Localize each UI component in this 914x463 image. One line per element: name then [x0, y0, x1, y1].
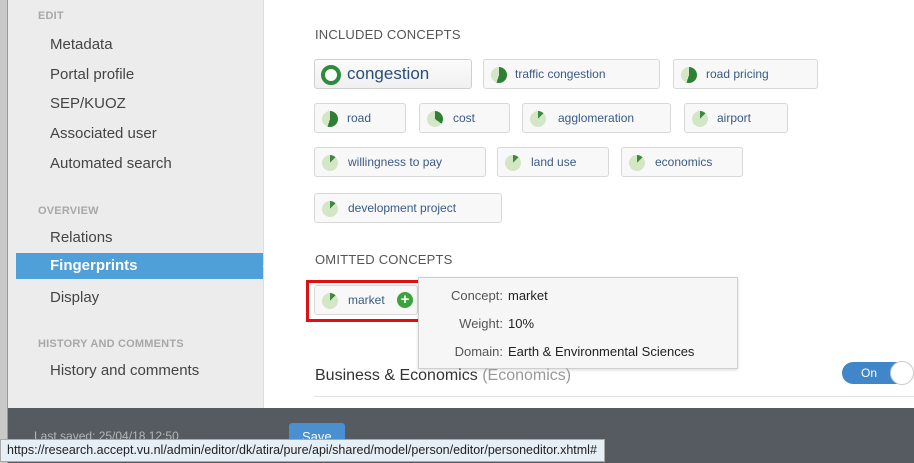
concept-weight-icon [322, 111, 338, 127]
concept-chip-congestion[interactable]: congestion [314, 59, 472, 89]
sidebar-item-relations[interactable]: Relations [50, 229, 113, 246]
concept-chip-agglomeration[interactable]: agglomeration [522, 103, 671, 133]
window-left-edge [0, 0, 8, 463]
category-row: Business & Economics (Economics) [315, 367, 571, 385]
category-toggle[interactable]: On [842, 361, 914, 385]
concept-chip-willingness-to-pay[interactable]: willingness to pay [314, 147, 486, 177]
concept-chip-development-project[interactable]: development project [314, 193, 502, 223]
concept-weight-icon [692, 111, 708, 127]
sidebar-item-associated-user[interactable]: Associated user [50, 125, 157, 142]
concept-weight-icon [530, 111, 546, 127]
sidebar: EDIT Metadata Portal profile SEP/KUOZ As… [8, 0, 272, 408]
sidebar-item-metadata[interactable]: Metadata [50, 36, 113, 53]
category-sub-label: (Economics) [482, 367, 572, 384]
section-overview-title: OVERVIEW [38, 205, 99, 217]
concept-chip-land-use[interactable]: land use [497, 147, 609, 177]
status-bar-url: https://research.accept.vu.nl/admin/edit… [0, 439, 605, 462]
tooltip-concept-row: Concept: market [450, 288, 548, 303]
concept-weight-icon [322, 155, 338, 171]
sidebar-item-history-and-comments[interactable]: History and comments [50, 362, 199, 379]
section-history-title: HISTORY AND COMMENTS [38, 338, 184, 350]
section-edit-title: EDIT [38, 10, 64, 22]
concept-chip-road[interactable]: road [314, 103, 406, 133]
concept-weight-icon [427, 111, 443, 127]
concept-weight-icon [322, 201, 338, 217]
concept-weight-icon [681, 67, 697, 83]
concept-weight-icon [629, 155, 645, 171]
concept-chip-cost[interactable]: cost [419, 103, 510, 133]
sidebar-item-display[interactable]: Display [50, 289, 99, 306]
concept-tooltip: Concept: market Weight: 10% Domain: Earth &… [418, 277, 738, 369]
toggle-label: On [861, 366, 878, 380]
concept-chip-economics[interactable]: economics [621, 147, 743, 177]
concept-chip-traffic-congestion[interactable]: traffic congestion [483, 59, 660, 89]
concept-chip-airport[interactable]: airport [684, 103, 788, 133]
divider [314, 396, 914, 397]
tooltip-weight-row: Weight: 10% [459, 316, 535, 331]
concept-weight-icon [321, 65, 341, 85]
sidebar-item-sep-kuoz[interactable]: SEP/KUOZ [50, 95, 126, 112]
concept-weight-icon [505, 155, 521, 171]
concept-chip-road-pricing[interactable]: road pricing [673, 59, 818, 89]
sidebar-item-automated-search[interactable]: Automated search [50, 155, 172, 172]
category-label: Business & Economics [315, 367, 478, 384]
sidebar-item-fingerprints[interactable]: Fingerprints [16, 253, 272, 279]
sidebar-item-label: Fingerprints [50, 257, 138, 274]
tooltip-domain-row: Domain: Earth & Environmental Sciences [454, 344, 695, 359]
sidebar-item-portal-profile[interactable]: Portal profile [50, 66, 134, 83]
omitted-concepts-header: OMITTED CONCEPTS [315, 252, 453, 267]
included-concepts-header: INCLUDED CONCEPTS [315, 27, 461, 42]
toggle-knob [890, 361, 914, 385]
concept-weight-icon [491, 67, 507, 83]
